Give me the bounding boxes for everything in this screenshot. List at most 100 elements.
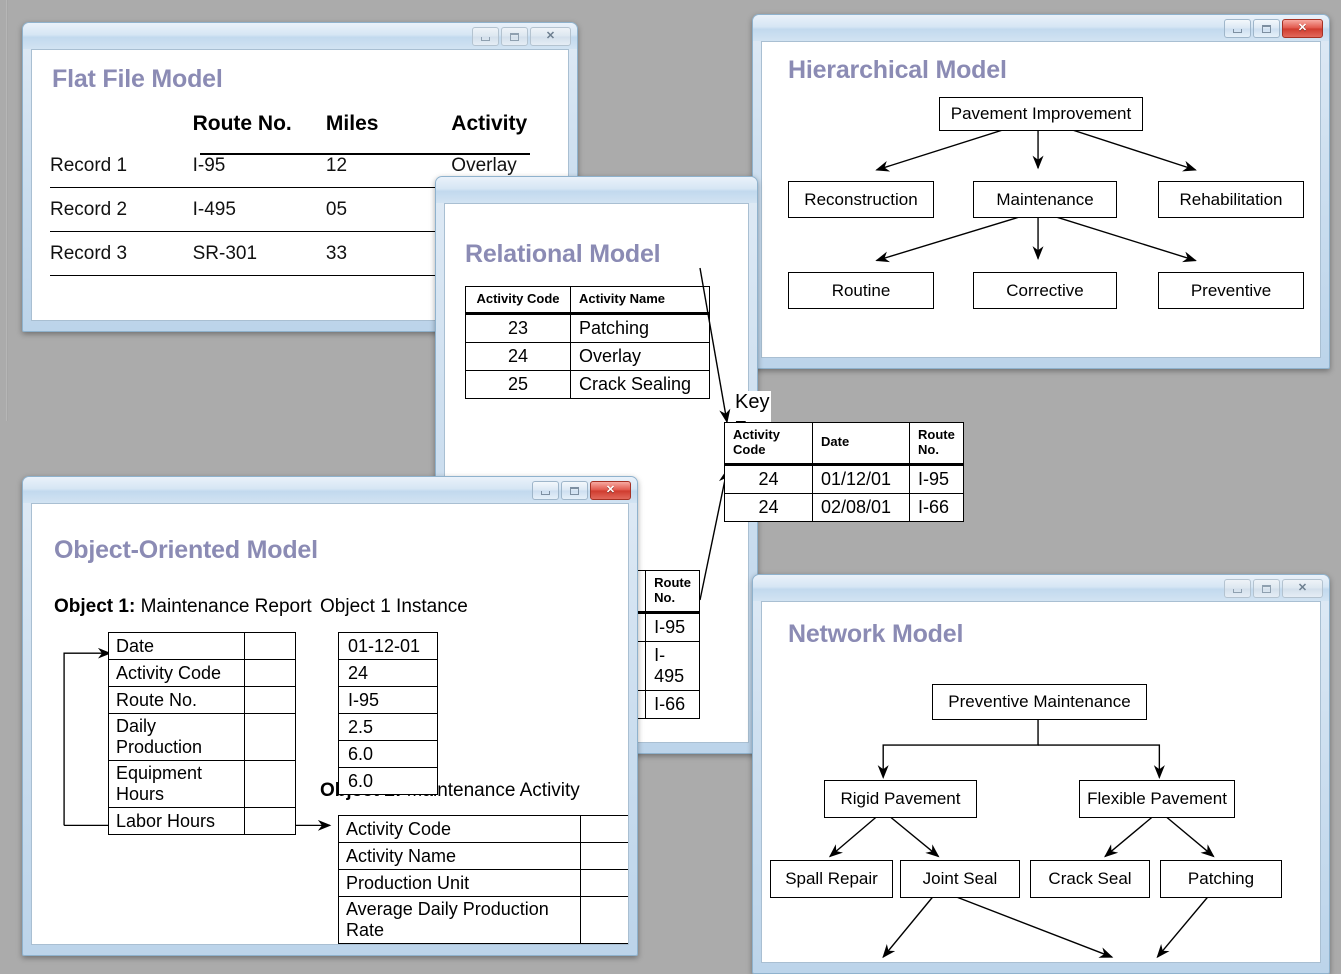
minimize-button[interactable] xyxy=(1224,579,1251,598)
close-button[interactable]: ✕ xyxy=(590,481,631,500)
node-flexible-pavement: Flexible Pavement xyxy=(1079,780,1235,818)
table-row: 2.5 xyxy=(339,714,438,741)
table-row: Activity Name xyxy=(339,843,630,870)
titlebar-relational-model[interactable] xyxy=(436,177,757,203)
node-spall-repair: Spall Repair xyxy=(770,860,893,898)
cell-field-name: Activity Name xyxy=(339,843,581,870)
window-network-model[interactable]: ✕ Network Model Preventive Main xyxy=(752,574,1330,974)
maximize-button[interactable] xyxy=(501,27,528,46)
cell-instance-value: I-95 xyxy=(339,687,438,714)
cell-field-name: Equipment Hours xyxy=(109,761,245,808)
titlebar-object-oriented-model[interactable]: ✕ xyxy=(23,477,637,503)
cell-instance-value: 01-12-01 xyxy=(339,633,438,660)
node-maintenance: Maintenance xyxy=(973,181,1117,218)
cell-route-no: I-66 xyxy=(910,493,964,521)
table-row: 23 Patching xyxy=(466,313,710,342)
header-date: Date xyxy=(813,423,910,465)
cell-value-blank xyxy=(581,816,630,843)
node-routine: Routine xyxy=(788,272,934,309)
header-activity-name: Activity Name xyxy=(571,287,710,314)
maximize-button[interactable] xyxy=(1253,579,1280,598)
table-row: Production Unit xyxy=(339,870,630,897)
cell-date: 02/08/01 xyxy=(813,493,910,521)
table-row: Average Daily Production Rate xyxy=(339,897,630,944)
cell-field-name: Activity Code xyxy=(339,816,581,843)
titlebar-network-model[interactable]: ✕ xyxy=(753,575,1329,601)
cell-record-label: Record 1 xyxy=(50,144,193,188)
cell-value-blank xyxy=(245,660,296,687)
close-button[interactable]: ✕ xyxy=(1282,19,1323,38)
cell-record-label: Record 3 xyxy=(50,232,193,276)
cell-value-blank xyxy=(245,714,296,761)
page-title-relational: Relational Model xyxy=(465,240,660,269)
table-row: Activity Code xyxy=(109,660,296,687)
node-preventive-maintenance: Preventive Maintenance xyxy=(932,684,1147,720)
maximize-button[interactable] xyxy=(561,481,588,500)
window-controls-flat-file: ✕ xyxy=(472,27,571,46)
header-underline xyxy=(200,153,530,155)
table-header-row: Activity Code Activity Name xyxy=(466,287,710,314)
table-header-row: Activity Code Date Route No. xyxy=(725,423,964,465)
client-area-object-oriented: Object-Oriented Model Object 1: Maintena… xyxy=(31,503,629,945)
titlebar-hierarchical-model[interactable]: ✕ xyxy=(753,15,1329,41)
cell-instance-value: 6.0 xyxy=(339,768,438,795)
cell-instance-value: 2.5 xyxy=(339,714,438,741)
node-corrective: Corrective xyxy=(973,272,1117,309)
minimize-button[interactable] xyxy=(532,481,559,500)
page-title-object-oriented: Object-Oriented Model xyxy=(54,536,318,565)
close-button[interactable]: ✕ xyxy=(530,27,571,46)
node-preventive: Preventive xyxy=(1158,272,1304,309)
page-title-hierarchical: Hierarchical Model xyxy=(788,56,1007,85)
cell-value-blank xyxy=(581,843,630,870)
label-object-1-instance: Object 1 Instance xyxy=(320,596,468,618)
cell-field-name: Average Daily Production Rate xyxy=(339,897,581,944)
cell-route-no: I-95 xyxy=(193,144,326,188)
cell-instance-value: 24 xyxy=(339,660,438,687)
cell-field-name: Labor Hours xyxy=(109,808,245,835)
table-row: Labor Hours xyxy=(109,808,296,835)
table-row: Route No. xyxy=(109,687,296,714)
table-row: Date xyxy=(109,633,296,660)
table-header-row: Route No. Miles Activity xyxy=(50,112,569,144)
maximize-button[interactable] xyxy=(1253,19,1280,38)
cell-miles: 12 xyxy=(326,144,451,188)
window-object-oriented-model[interactable]: ✕ Object-Oriented Model Object 1: Mainte… xyxy=(22,476,638,956)
header-route-no: Route No. xyxy=(193,112,326,144)
client-area-network: Network Model Preventive Maintenance Rig… xyxy=(761,601,1321,963)
table-row: 24 xyxy=(339,660,438,687)
table-activity-codes: Activity Code Activity Name 23 Patching … xyxy=(465,286,710,399)
close-button[interactable]: ✕ xyxy=(1282,579,1323,598)
node-pavement-improvement: Pavement Improvement xyxy=(939,97,1143,131)
node-reconstruction: Reconstruction xyxy=(788,181,934,218)
close-icon: ✕ xyxy=(1298,23,1307,34)
minimize-button[interactable] xyxy=(1224,19,1251,38)
cell-record-label: Record 2 xyxy=(50,188,193,232)
cell-miles: 05 xyxy=(326,188,451,232)
cell-value-blank xyxy=(581,897,630,944)
window-controls-network: ✕ xyxy=(1224,579,1323,598)
table-row: 6.0 xyxy=(339,741,438,768)
cell-activity-code: 24 xyxy=(466,342,571,370)
cell-field-name: Route No. xyxy=(109,687,245,714)
client-area-hierarchical: Hierarchical Model Pavement Improvement … xyxy=(761,41,1321,358)
close-icon: ✕ xyxy=(546,31,555,42)
cell-value-blank xyxy=(581,870,630,897)
cell-instance-value: 6.0 xyxy=(339,741,438,768)
page-title-flat-file: Flat File Model xyxy=(52,65,223,94)
desktop-left-seam xyxy=(6,0,8,421)
label-object-1: Object 1: Maintenance Report xyxy=(54,596,312,618)
table-row: 25 Crack Sealing xyxy=(466,370,710,398)
cell-activity-name: Overlay xyxy=(571,342,710,370)
header-activity-code: Activity Code xyxy=(466,287,571,314)
table-object2-fields: Activity Code Activity Name Production U… xyxy=(338,815,629,944)
cell-route-no: I-95 xyxy=(910,464,964,493)
window-hierarchical-model[interactable]: ✕ Hierarchical Model Pavement Improvemen… xyxy=(752,14,1330,369)
table-activity-log: Activity Code Date Route No. 24 01/12/01… xyxy=(724,422,964,522)
table-object1-fields: Date Activity Code Route No. Daily Produ… xyxy=(108,632,296,835)
cell-activity-name: Crack Sealing xyxy=(571,370,710,398)
table-row: 24 Overlay xyxy=(466,342,710,370)
cell-value-blank xyxy=(245,761,296,808)
node-joint-seal: Joint Seal xyxy=(900,860,1020,898)
titlebar-flat-file-model[interactable]: ✕ xyxy=(23,23,577,49)
minimize-button[interactable] xyxy=(472,27,499,46)
